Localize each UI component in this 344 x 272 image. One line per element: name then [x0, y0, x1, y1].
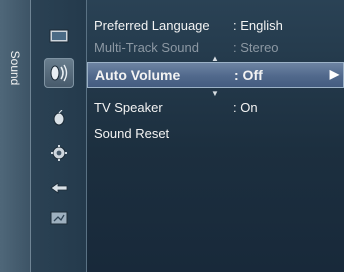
- category-icon-column: [31, 0, 87, 272]
- menu-item-value: : Stereo: [233, 40, 279, 55]
- scroll-down-indicator: ▼: [211, 89, 219, 98]
- application-icon[interactable]: [49, 210, 69, 226]
- input-icon[interactable]: [49, 180, 69, 196]
- setup-icon[interactable]: [49, 145, 69, 161]
- menu-item-tv-speaker[interactable]: TV Speaker : On: [87, 98, 344, 118]
- menu-item-value: : English: [233, 18, 283, 33]
- channel-icon[interactable]: [49, 109, 69, 126]
- menu-item-label: TV Speaker: [94, 100, 163, 115]
- menu-item-value: : Off: [234, 67, 263, 83]
- picture-icon[interactable]: [49, 28, 69, 44]
- menu-item-value: : On: [233, 100, 258, 115]
- menu-item-preferred-language[interactable]: Preferred Language : English: [87, 16, 344, 36]
- menu-item-label: Sound Reset: [94, 126, 170, 141]
- category-tab: Sound: [0, 0, 31, 272]
- menu-item-auto-volume[interactable]: Auto Volume : Off ▶: [87, 62, 344, 88]
- menu-item-sound-reset[interactable]: Sound Reset: [87, 124, 344, 144]
- osd-menu-frame: Sound Preferred Language: English Multi…: [0, 0, 344, 272]
- sound-menu: Preferred Language : English Multi-Track…: [87, 0, 344, 272]
- sound-icon[interactable]: [43, 58, 74, 88]
- category-tab-label: Sound: [8, 50, 22, 86]
- submenu-arrow-icon: ▶: [329, 67, 339, 81]
- menu-item-label: Auto Volume: [95, 67, 181, 83]
- menu-item-label: Multi-Track Sound: [94, 40, 199, 55]
- menu-item-label: Preferred Language: [94, 18, 210, 33]
